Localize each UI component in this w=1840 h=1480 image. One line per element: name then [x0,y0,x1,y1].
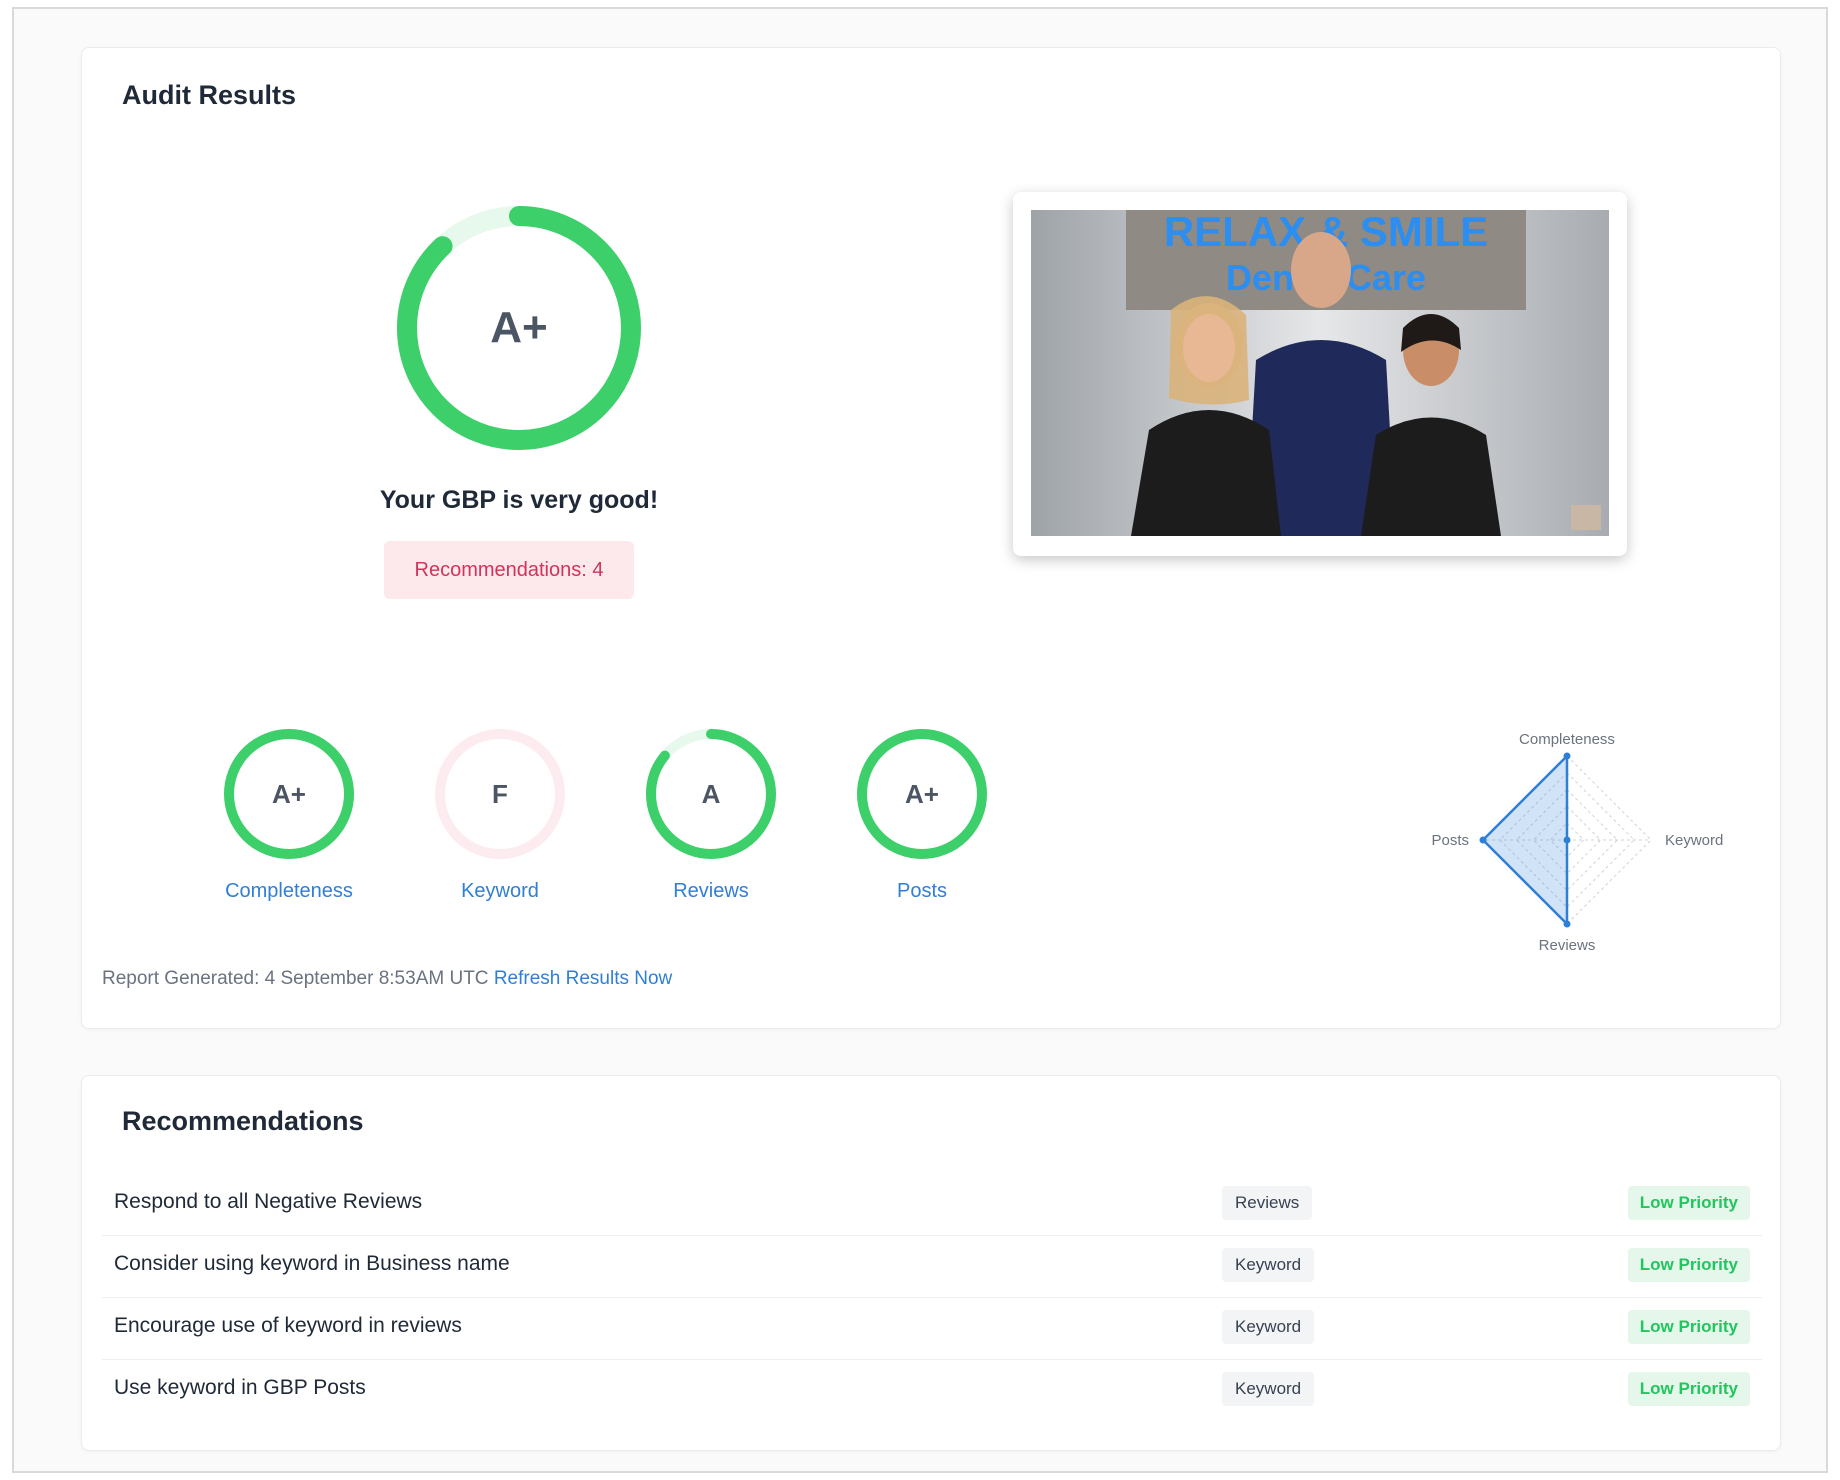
recommendations-card: Recommendations Respond to all Negative … [81,1075,1781,1451]
recommendations-list: Respond to all Negative Reviews Reviews … [102,1174,1762,1422]
recommendation-category-tag: Reviews [1222,1186,1313,1220]
recommendation-priority-badge: Low Priority [1627,1248,1750,1282]
recommendation-text: Encourage use of keyword in reviews [114,1314,462,1337]
radar-point [1479,836,1487,844]
report-generated-text: Report Generated: 4 September 8:53AM UTC [102,968,489,989]
score-completeness: A+ Completeness [199,726,379,903]
audit-results-card: Audit Results A+ Your GBP is very good! … [81,47,1781,1029]
radar-series-area [1481,752,1569,928]
page-frame: Audit Results A+ Your GBP is very good! … [12,7,1828,1473]
completeness-grade: A+ [272,778,306,809]
recommendation-category-tag: Keyword [1222,1372,1315,1406]
report-generated: Report Generated: 4 September 8:53AM UTC… [102,968,672,990]
reviews-score-ring: A [643,726,779,862]
recommendations-title: Recommendations [122,1106,364,1136]
recommendation-row[interactable]: Use keyword in GBP Posts Keyword Low Pri… [102,1360,1762,1422]
recommendation-priority-badge: Low Priority [1627,1186,1750,1220]
recommendation-priority-badge: Low Priority [1627,1372,1750,1406]
recommendation-category-tag: Keyword [1222,1248,1315,1282]
radar-axis-label: Posts [1431,832,1469,849]
recommendation-text: Consider using keyword in Business name [114,1252,510,1275]
completeness-link[interactable]: Completeness [199,880,379,903]
score-radar-chart: Completeness Keyword Reviews Posts [1431,731,1723,954]
radar-point [1563,836,1571,844]
recommendation-row[interactable]: Respond to all Negative Reviews Reviews … [102,1174,1762,1236]
keyword-grade: F [492,778,508,809]
radar-axis-label: Reviews [1539,937,1596,954]
score-posts: A+ Posts [832,726,1012,903]
refresh-results-link[interactable]: Refresh Results Now [494,968,672,989]
recommendation-category-tag: Keyword [1222,1310,1315,1344]
score-keyword: F Keyword [410,726,590,903]
reviews-grade: A [701,778,721,809]
overall-grade: A+ [490,303,548,352]
business-photo: RELAX & SMILE Dental Care [1031,210,1609,536]
posts-score-ring: A+ [854,726,990,862]
keyword-link[interactable]: Keyword [410,880,590,903]
recommendations-count-badge[interactable]: Recommendations: 4 [384,541,634,599]
recommendation-row[interactable]: Consider using keyword in Business name … [102,1236,1762,1298]
radar-axis-label: Keyword [1665,832,1723,849]
audit-results-title: Audit Results [122,80,297,110]
posts-link[interactable]: Posts [832,880,1012,903]
radar-point [1563,920,1571,928]
recommendation-text: Use keyword in GBP Posts [114,1376,366,1399]
recommendation-text: Respond to all Negative Reviews [114,1190,423,1213]
reviews-link[interactable]: Reviews [621,880,801,903]
score-reviews: A Reviews [621,726,801,903]
recommendation-row[interactable]: Encourage use of keyword in reviews Keyw… [102,1298,1762,1360]
radar-axis-label: Completeness [1519,731,1615,748]
completeness-score-ring: A+ [221,726,357,862]
verdict-text: Your GBP is very good! [379,486,659,514]
business-photo-frame: RELAX & SMILE Dental Care [1013,192,1627,556]
keyword-score-ring: F [432,726,568,862]
overall-score-gauge: A+ [389,198,649,458]
recommendation-priority-badge: Low Priority [1627,1310,1750,1344]
posts-grade: A+ [905,778,939,809]
radar-point [1563,752,1571,760]
